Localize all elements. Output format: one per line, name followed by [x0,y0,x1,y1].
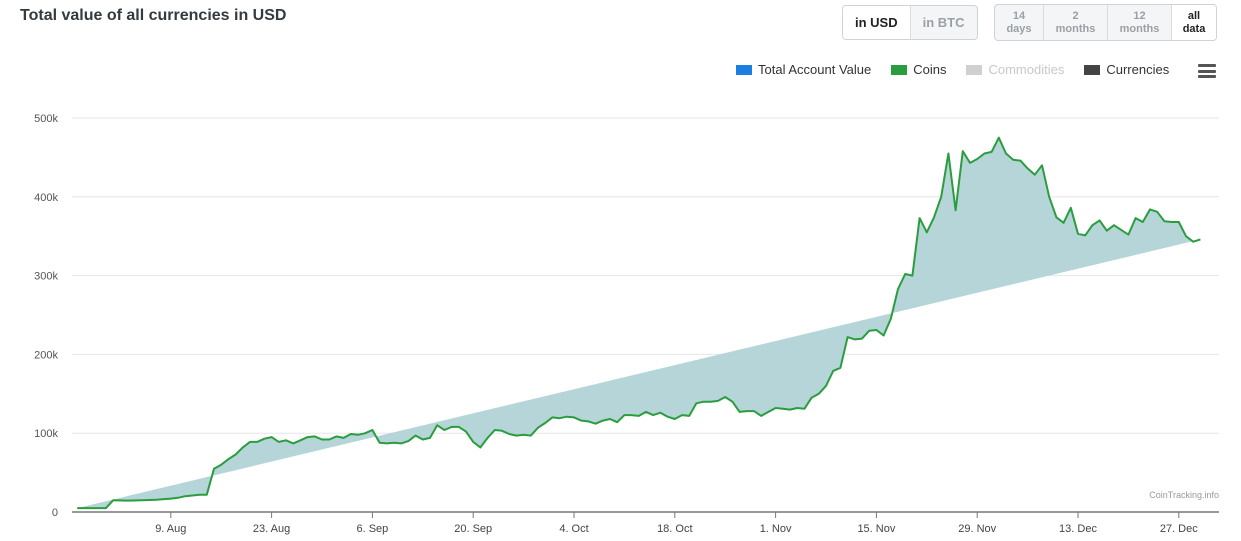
x-tick-label: 4. Oct [559,523,588,535]
x-tick-label: 15. Nov [857,523,895,535]
plot-area [77,136,1201,510]
y-tick-label: 500k [34,113,58,125]
y-tick-label: 100k [34,428,58,440]
y-tick-label: 300k [34,271,58,283]
x-tick-label: 9. Aug [155,523,186,535]
x-tick-label: 18. Oct [657,523,692,535]
y-tick-label: 0 [52,507,58,519]
y-tick-label: 200k [34,349,58,361]
x-tick-label: 29. Nov [958,523,996,535]
x-tick-label: 23. Aug [253,523,290,535]
x-tick-label: 27. Dec [1160,523,1198,535]
x-tick-label: 1. Nov [760,523,792,535]
area-chart: 0 100k 200k 300k 400k 500k 9. Aug 23. Aug 6. Sep… [34,113,1219,535]
x-tick-label: 20. Sep [454,523,492,535]
coins-area-fill [77,137,1201,509]
x-tick-label: 13. Dec [1059,523,1097,535]
credits-text[interactable]: CoinTracking.info [1149,490,1219,500]
y-tick-label: 400k [34,192,58,204]
x-tick-label: 6. Sep [356,523,388,535]
